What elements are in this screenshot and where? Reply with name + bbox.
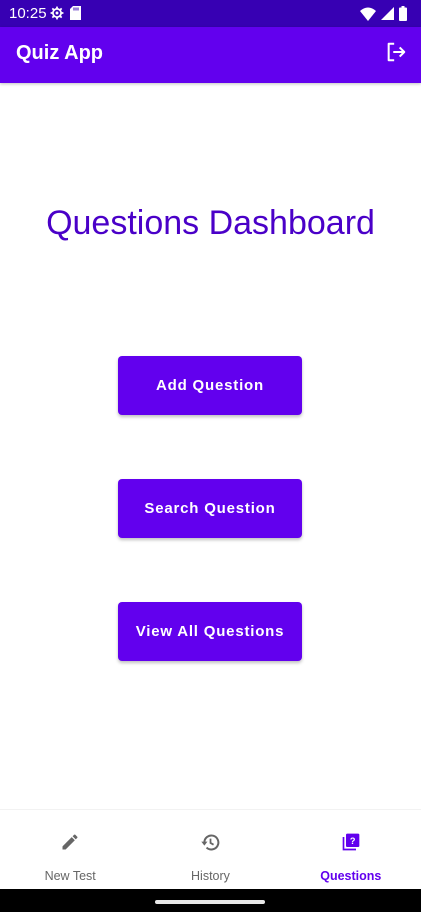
nav-label-history: History [191, 869, 230, 883]
search-question-button[interactable]: Search Question [118, 479, 302, 538]
app-title: Quiz App [16, 42, 104, 64]
quiz-icon: ? [339, 830, 363, 854]
bottom-navigation: New Test History ? Questions [0, 809, 421, 890]
status-left-icons [50, 6, 81, 25]
view-all-questions-button[interactable]: View All Questions [118, 602, 302, 661]
screen: 10:25 Quiz App Questions Dashboard Add Q… [0, 0, 421, 912]
logout-button[interactable] [383, 41, 409, 67]
signal-icon [381, 7, 394, 25]
home-gesture-handle[interactable] [155, 900, 265, 904]
sd-card-icon [70, 6, 81, 25]
nav-label-new-test: New Test [44, 869, 96, 883]
svg-text:?: ? [350, 836, 356, 846]
battery-icon [399, 6, 407, 26]
status-bar: 10:25 [0, 0, 421, 27]
nav-label-questions: Questions [320, 869, 382, 883]
wifi-icon [360, 7, 376, 26]
page-title: Questions Dashboard [46, 204, 375, 242]
gesture-bar [0, 889, 421, 912]
status-time: 10:25 [9, 5, 47, 22]
logout-icon [385, 41, 407, 68]
settings-gear-icon [50, 6, 64, 25]
add-question-button[interactable]: Add Question [118, 356, 302, 415]
status-right-icons [360, 6, 407, 26]
nav-item-history[interactable]: History [140, 810, 280, 890]
nav-item-new-test[interactable]: New Test [0, 810, 140, 890]
pencil-icon [58, 830, 82, 854]
app-bar: Quiz App [0, 27, 421, 83]
nav-item-questions[interactable]: ? Questions [281, 810, 421, 890]
history-icon [198, 830, 222, 854]
